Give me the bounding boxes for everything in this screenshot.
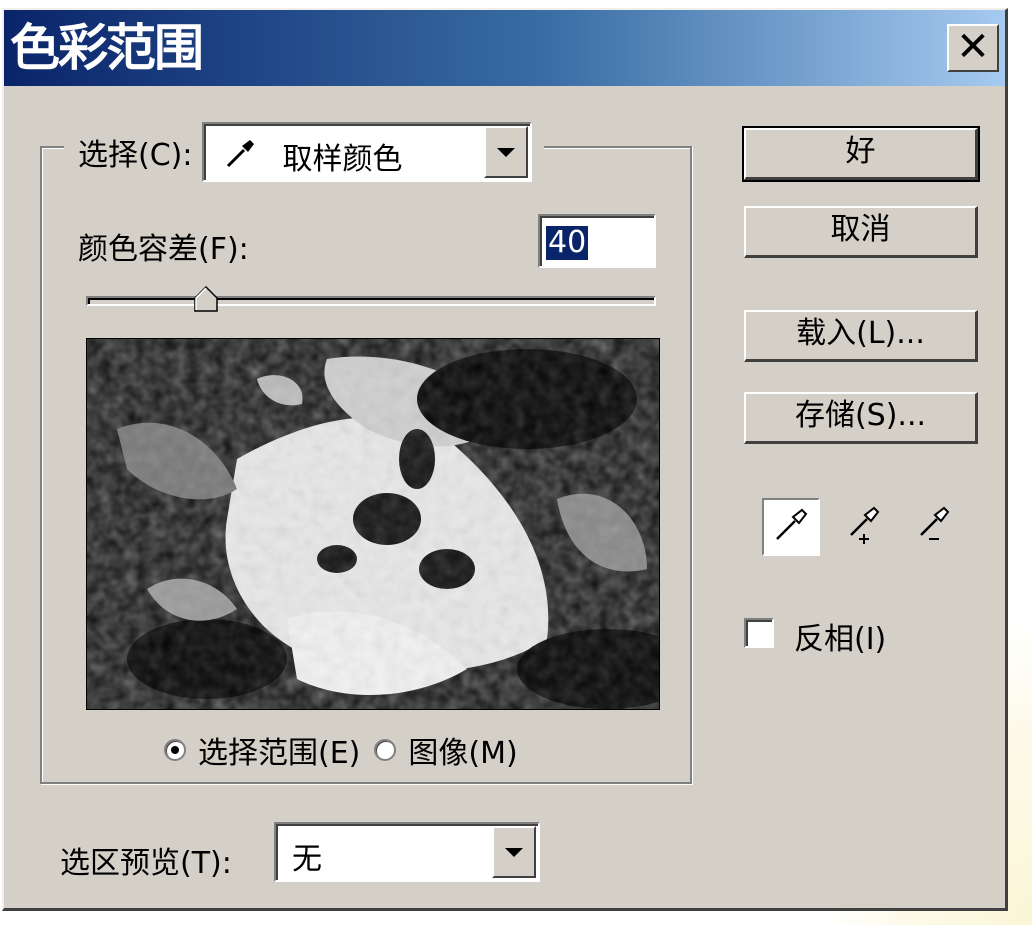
cancel-button[interactable]: 取消 xyxy=(744,206,978,258)
eyedropper-icon xyxy=(224,136,258,174)
save-button[interactable]: 存储(S)... xyxy=(744,392,978,444)
title-bar[interactable]: 色彩范围 ✕ xyxy=(4,10,1005,86)
selection-preview-dropdown-arrow[interactable] xyxy=(492,826,536,878)
chevron-down-icon xyxy=(497,147,516,157)
color-range-dialog: 色彩范围 ✕ 选择(C): 取样颜色 颜色容差(F): 40 选择范围(E) 图… xyxy=(2,8,1008,911)
invert-checkbox[interactable] xyxy=(744,618,774,648)
eyedropper-plus-icon xyxy=(843,505,883,549)
invert-label[interactable]: 反相(I) xyxy=(794,614,886,658)
select-row: 选择(C): 取样颜色 xyxy=(64,120,545,184)
preview-mode-row: 选择范围(E) 图像(M) xyxy=(164,728,518,772)
subtract-sample-tool[interactable] xyxy=(904,498,962,556)
fuzziness-slider-thumb[interactable] xyxy=(193,285,218,312)
close-icon: ✕ xyxy=(956,24,990,70)
selection-preview-label: 选区预览(T): xyxy=(60,846,232,881)
selection-preview-dropdown[interactable]: 无 xyxy=(274,822,540,882)
window-title: 色彩范围 xyxy=(10,19,204,77)
add-sample-tool[interactable] xyxy=(834,498,892,556)
close-button[interactable]: ✕ xyxy=(947,24,999,72)
ok-button[interactable]: 好 xyxy=(742,126,980,182)
selection-preview-value: 无 xyxy=(292,842,322,877)
radio-selection-label[interactable]: 选择范围(E) xyxy=(198,728,360,772)
radio-image-label[interactable]: 图像(M) xyxy=(408,728,517,772)
radio-image[interactable] xyxy=(374,739,397,761)
select-label: 选择(C): xyxy=(78,138,193,173)
fuzziness-input[interactable]: 40 xyxy=(538,214,656,268)
selection-preview-image xyxy=(86,338,660,710)
eyedropper-minus-icon xyxy=(913,505,953,549)
fuzziness-value: 40 xyxy=(546,225,589,260)
radio-selection[interactable] xyxy=(164,739,186,761)
select-value: 取样颜色 xyxy=(282,142,403,177)
eyedropper-icon xyxy=(771,505,811,549)
load-button[interactable]: 载入(L)... xyxy=(744,310,978,362)
chevron-down-icon xyxy=(505,847,523,857)
fuzziness-label: 颜色容差(F): xyxy=(78,232,249,267)
select-dropdown-arrow[interactable] xyxy=(484,126,529,178)
eyedropper-tool[interactable] xyxy=(762,498,820,556)
select-dropdown[interactable]: 取样颜色 xyxy=(202,122,533,182)
fuzziness-slider[interactable] xyxy=(86,296,656,306)
